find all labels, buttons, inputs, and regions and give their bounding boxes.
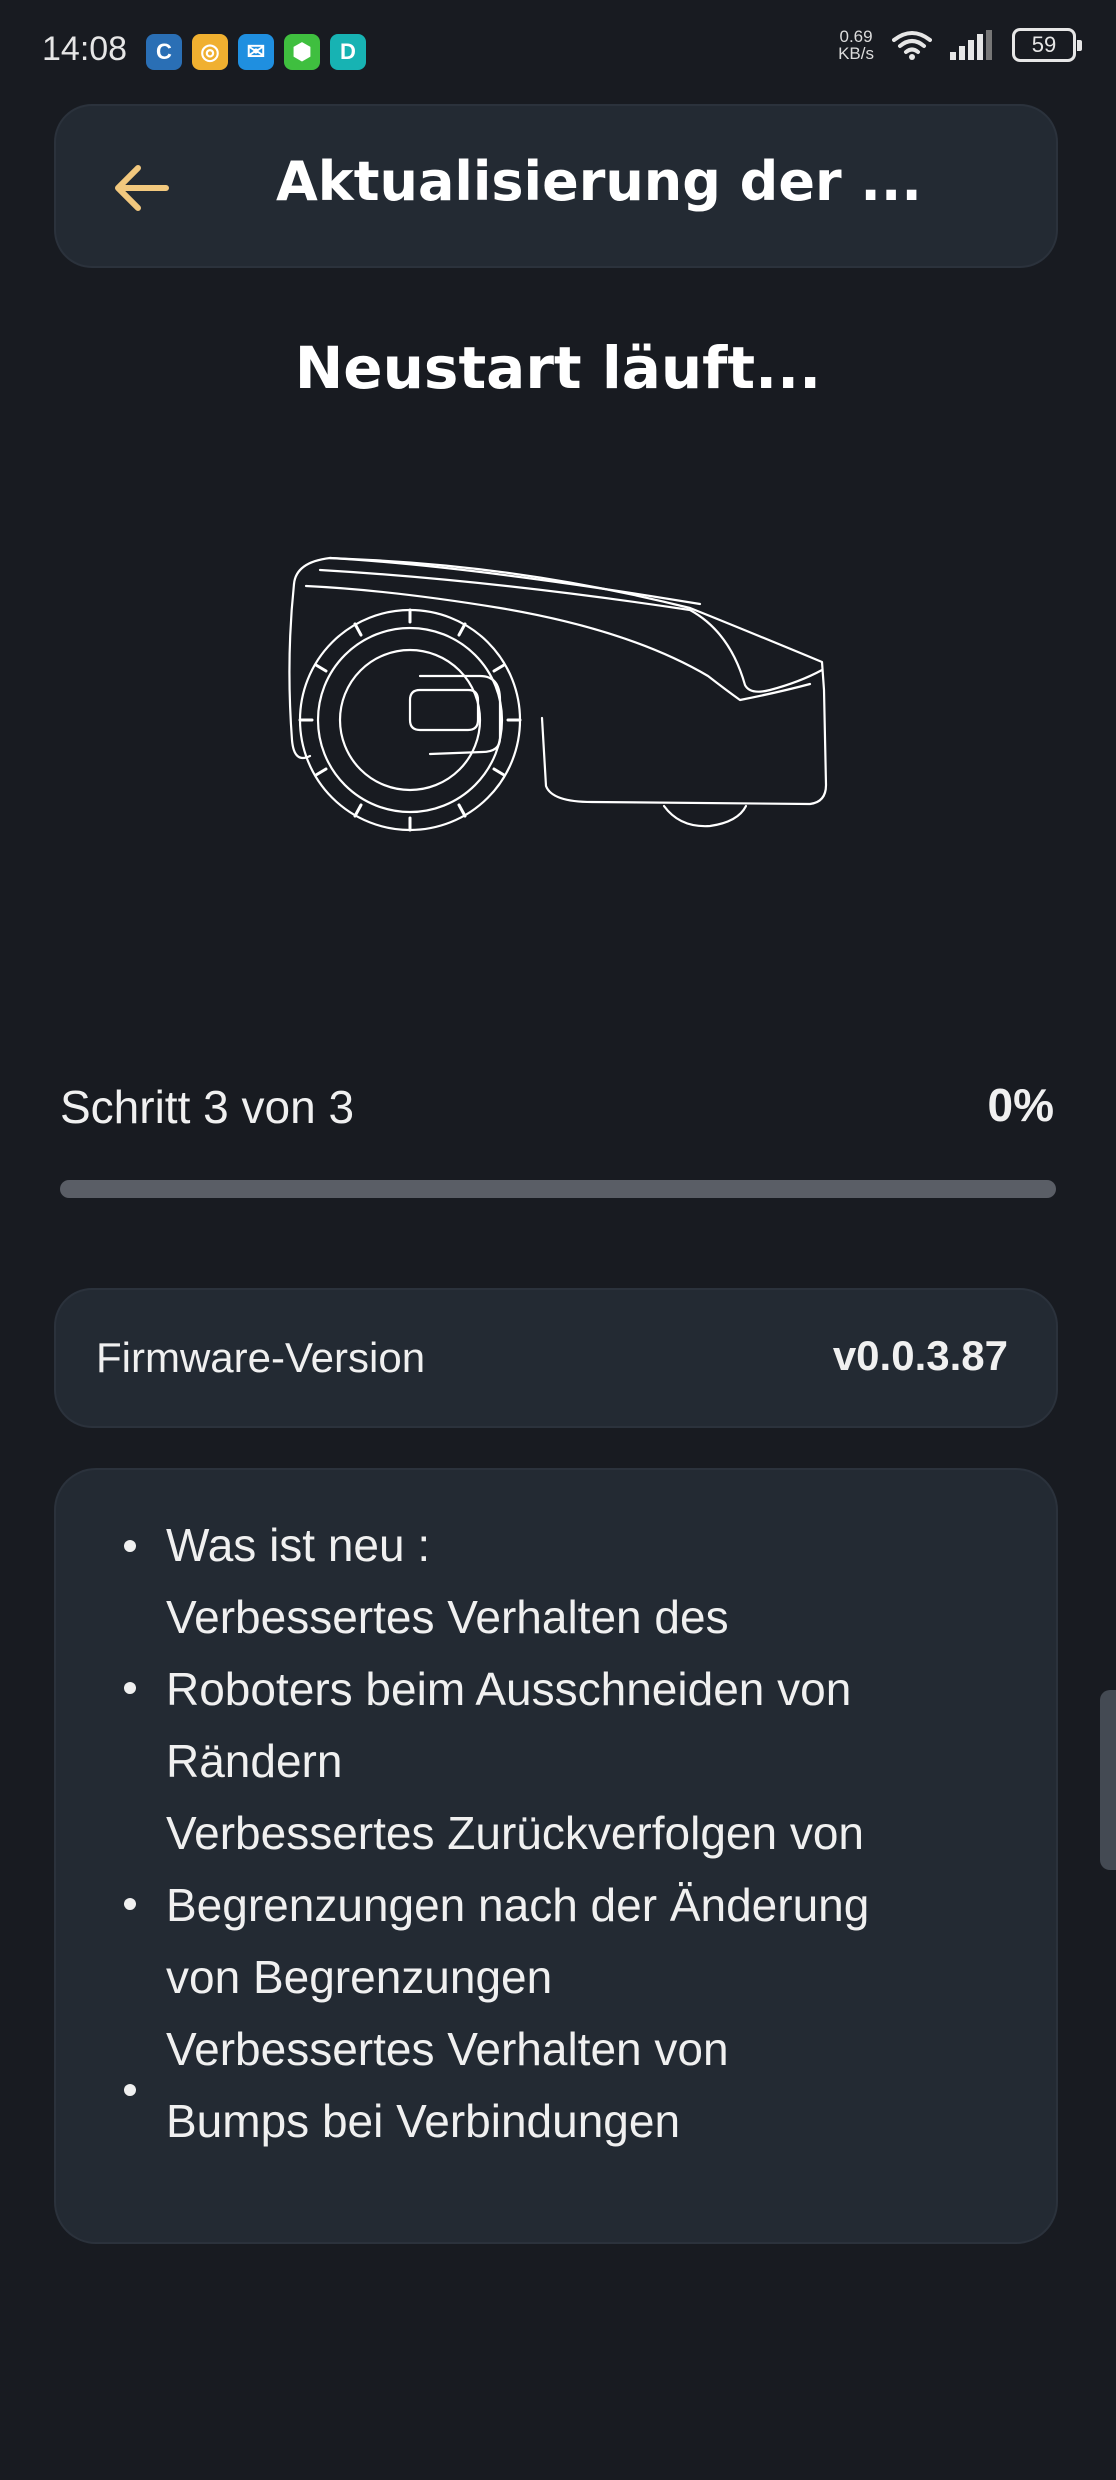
bullet-icon bbox=[124, 1540, 136, 1552]
progress-percent: 0% bbox=[987, 1079, 1054, 1131]
status-app-icons: C ◎ ✉ ⬢ D bbox=[146, 34, 366, 70]
arrow-left-icon bbox=[115, 165, 169, 211]
bullet-icon bbox=[124, 2084, 136, 2096]
release-note-line: Bumps bei Verbindungen bbox=[166, 2095, 681, 2147]
release-note-line: Rändern bbox=[166, 1735, 343, 1787]
page-title: Aktualisierung der ... bbox=[276, 150, 922, 213]
edge-panel-handle[interactable] bbox=[1100, 1690, 1116, 1870]
release-note-line: Begrenzungen nach der Änderung bbox=[166, 1879, 870, 1931]
wifi-icon bbox=[892, 31, 932, 60]
sync-app-icon: C bbox=[146, 34, 182, 70]
progress-bar bbox=[60, 1180, 1056, 1198]
release-note-line: Verbessertes Zurückverfolgen von bbox=[166, 1807, 865, 1859]
status-time: 14:08 bbox=[42, 30, 128, 68]
release-note-line: Verbessertes Verhalten von bbox=[166, 2023, 729, 2075]
release-note-line: von Begrenzungen bbox=[166, 1951, 553, 2003]
robot-mower-illustration bbox=[288, 556, 828, 832]
signal-icon bbox=[950, 30, 992, 60]
status-heading: Neustart läuft... bbox=[294, 334, 822, 402]
battery-level: 59 bbox=[1031, 32, 1057, 57]
bullet-icon bbox=[124, 1898, 136, 1910]
status-bar: 14:08 C ◎ ✉ ⬢ D 0.69 KB/s 59 bbox=[0, 0, 1116, 100]
net-speed-unit: KB/s bbox=[838, 44, 874, 63]
bubble-app-icon: D bbox=[330, 34, 366, 70]
mail-app-icon: ✉ bbox=[238, 34, 274, 70]
net-speed: 0.69 KB/s bbox=[838, 28, 874, 62]
net-speed-value: 0.69 bbox=[839, 27, 873, 46]
release-note-line: Was ist neu : bbox=[166, 1519, 431, 1571]
security-app-icon: ⬢ bbox=[284, 34, 320, 70]
release-note-line: Verbessertes Verhalten des bbox=[166, 1591, 729, 1643]
firmware-label: Firmware-Version bbox=[96, 1334, 426, 1381]
status-indicators: 0.69 KB/s 59 bbox=[838, 28, 1082, 62]
battery-icon: 59 bbox=[1012, 28, 1082, 62]
release-note-line: Roboters beim Ausschneiden von bbox=[166, 1663, 852, 1715]
back-button[interactable] bbox=[110, 156, 174, 220]
bullet-icon bbox=[124, 1682, 136, 1694]
step-label: Schritt 3 von 3 bbox=[60, 1081, 355, 1133]
firmware-version-value: v0.0.3.87 bbox=[832, 1332, 1008, 1379]
browser-app-icon: ◎ bbox=[192, 34, 228, 70]
